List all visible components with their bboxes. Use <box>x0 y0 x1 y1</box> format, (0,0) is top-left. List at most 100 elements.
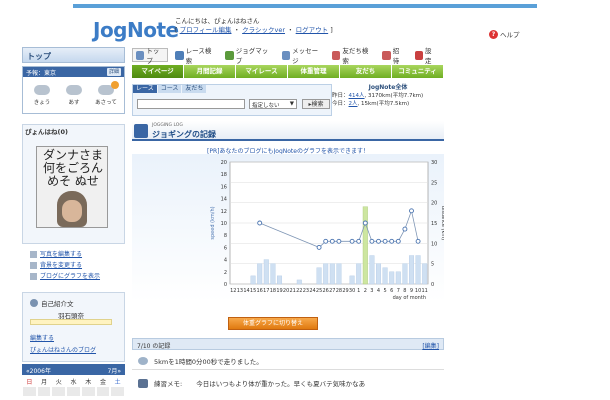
speed-point <box>369 238 375 244</box>
avatar[interactable]: ダンナさま 何をごろん めそ ぬせ <box>36 146 108 228</box>
background-icon <box>30 262 37 269</box>
weather-day-after: あさって <box>93 81 119 106</box>
x-tick-label: 9 <box>410 288 413 294</box>
x-tick-label: 16 <box>257 288 263 294</box>
race-tab-friends[interactable]: 友だち <box>182 85 207 93</box>
friends-icon <box>332 50 341 60</box>
record-summary: 5kmを1時間0分00秒で走りました。 <box>138 356 263 366</box>
right-tick-label: 20 <box>431 201 437 207</box>
nav-jog-map-label: ジョグマップ <box>235 47 269 65</box>
help-button[interactable]: ? ヘルプ <box>489 29 520 39</box>
x-tick-label: 21 <box>290 288 296 294</box>
shoe-icon <box>138 357 148 365</box>
x-tick-label: 27 <box>329 288 335 294</box>
logout-link[interactable]: ログアウト <box>296 26 329 34</box>
weather-more-button[interactable]: 詳細 <box>106 68 121 76</box>
race-search-select[interactable]: 指定しない ▼ <box>249 99 297 109</box>
distance-bar <box>395 271 401 285</box>
edit-photo-link[interactable]: 写真を編集する <box>30 249 125 260</box>
blog-graph-link[interactable]: ブログにグラフを表示 <box>30 271 125 282</box>
nav-invite-label: 招待 <box>392 47 400 65</box>
x-tick-label: 25 <box>316 288 322 294</box>
profile-name: ぴょんはね(0) <box>25 128 68 136</box>
distance-bar <box>402 263 408 285</box>
x-tick-label: 11 <box>422 288 428 294</box>
nav-jog-map[interactable]: ジョグマップ <box>222 47 274 65</box>
record-edit-link[interactable]: [編集] <box>422 341 439 350</box>
help-icon: ? <box>489 29 498 39</box>
tab-monthly-log[interactable]: 月間記録 <box>184 65 236 78</box>
weather-tomorrow-label: あす <box>68 100 80 106</box>
tab-weight[interactable]: 体重管理 <box>288 65 340 78</box>
stats-yesterday-count[interactable]: 414人 <box>349 93 365 99</box>
flag-icon <box>175 50 184 60</box>
global-stats-title: JogNote全体 <box>368 84 408 91</box>
x-tick-label: 12 <box>230 288 236 294</box>
nav-race-search[interactable]: レース検索 <box>172 47 218 65</box>
x-tick-label: 22 <box>296 288 302 294</box>
site-logo[interactable]: JogNote <box>93 18 179 42</box>
x-tick-label: 20 <box>283 288 289 294</box>
calendar-cell[interactable] <box>96 387 110 396</box>
speed-point <box>329 238 335 244</box>
record-summary-text: 5kmを1時間0分00秒で走りました。 <box>154 358 263 366</box>
distance-bar <box>362 206 368 285</box>
weather-day-after-label: あさって <box>95 100 117 106</box>
cloud-icon <box>34 85 50 95</box>
edit-intro-link[interactable]: 編集する <box>30 333 54 342</box>
help-label: ヘルプ <box>500 31 520 39</box>
tab-my-race[interactable]: マイレース <box>236 65 288 78</box>
speed-point <box>356 238 362 244</box>
classic-version-link[interactable]: クラシックver <box>242 26 285 34</box>
calendar-cell[interactable] <box>52 387 66 396</box>
calendar-cell[interactable] <box>67 387 80 396</box>
nav-friend-search[interactable]: 友だち検索 <box>329 47 375 65</box>
distance-bar <box>382 267 388 285</box>
blog-graph-label: ブログにグラフを表示 <box>40 273 101 280</box>
nav-settings[interactable]: 設定 <box>412 47 440 65</box>
change-background-link[interactable]: 背景を変更する <box>30 260 125 271</box>
mail-icon <box>281 50 291 60</box>
calendar-prev-year[interactable]: «2006年 <box>26 366 51 375</box>
stats-yesterday-distance: 3170km(平均7.7km) <box>368 93 424 99</box>
tab-community[interactable]: コミュニティ <box>392 65 444 78</box>
race-search-button[interactable]: ▸検索 <box>302 99 330 109</box>
speed-point <box>323 238 329 244</box>
calendar-month[interactable]: 7月» <box>108 366 122 375</box>
calendar-cell[interactable] <box>37 387 51 396</box>
distance-bar <box>257 263 263 285</box>
intro-header: 自己紹介文 <box>30 298 74 308</box>
right-tick-label: 0 <box>431 282 434 288</box>
record-memo-text: 今日はいつもより体が重かった。早くも夏バテ気味かなあ <box>196 380 366 388</box>
x-tick-label: 30 <box>349 288 355 294</box>
nav-top[interactable]: トップ <box>132 47 169 65</box>
right-tick-label: 15 <box>431 221 437 227</box>
stats-today-count[interactable]: 2人 <box>349 101 358 107</box>
record-memo-label: 練習メモ: <box>154 380 183 388</box>
calendar-cell[interactable] <box>111 387 125 396</box>
distance-bar <box>270 263 276 285</box>
profile-edit-link[interactable]: プロフィール編集 <box>180 26 232 34</box>
x-tick-label: 14 <box>243 288 249 294</box>
user-blog-link[interactable]: ぴょんはねさんのブログ <box>30 345 96 354</box>
calendar-cell[interactable] <box>81 387 95 396</box>
switch-weight-graph-button[interactable]: 体重グラフに切り替え <box>228 317 318 330</box>
tab-mypage[interactable]: マイページ <box>132 65 184 78</box>
stats-today-label: 今日： <box>332 101 349 107</box>
tab-friends[interactable]: 友だち <box>340 65 392 78</box>
top-accent-bar <box>73 4 537 8</box>
race-tab-course[interactable]: コース <box>157 85 182 93</box>
page: JogNote こんにちは、ぴょんはねさん [ プロフィール編集 ・ クラシック… <box>0 0 610 400</box>
weather-today-label: きょう <box>33 100 51 106</box>
jogging-log-header: JOGGING LOG ジョギングの記録 <box>132 121 444 141</box>
calendar-cell[interactable] <box>23 387 36 396</box>
page-tabs: マイページ 月間記録 マイレース 体重管理 友だち コミュニティ <box>132 65 444 78</box>
race-tab-race[interactable]: レース <box>133 85 157 93</box>
weekday-fri: 金 <box>99 379 106 386</box>
race-search-input[interactable] <box>137 99 245 109</box>
nav-invite[interactable]: 招待 <box>379 47 407 65</box>
nav-message[interactable]: メッセージ <box>279 47 325 65</box>
invite-icon <box>382 50 391 60</box>
race-search-tabs: レース コース 友だち <box>133 85 207 93</box>
x-tick-label: 17 <box>263 288 269 294</box>
